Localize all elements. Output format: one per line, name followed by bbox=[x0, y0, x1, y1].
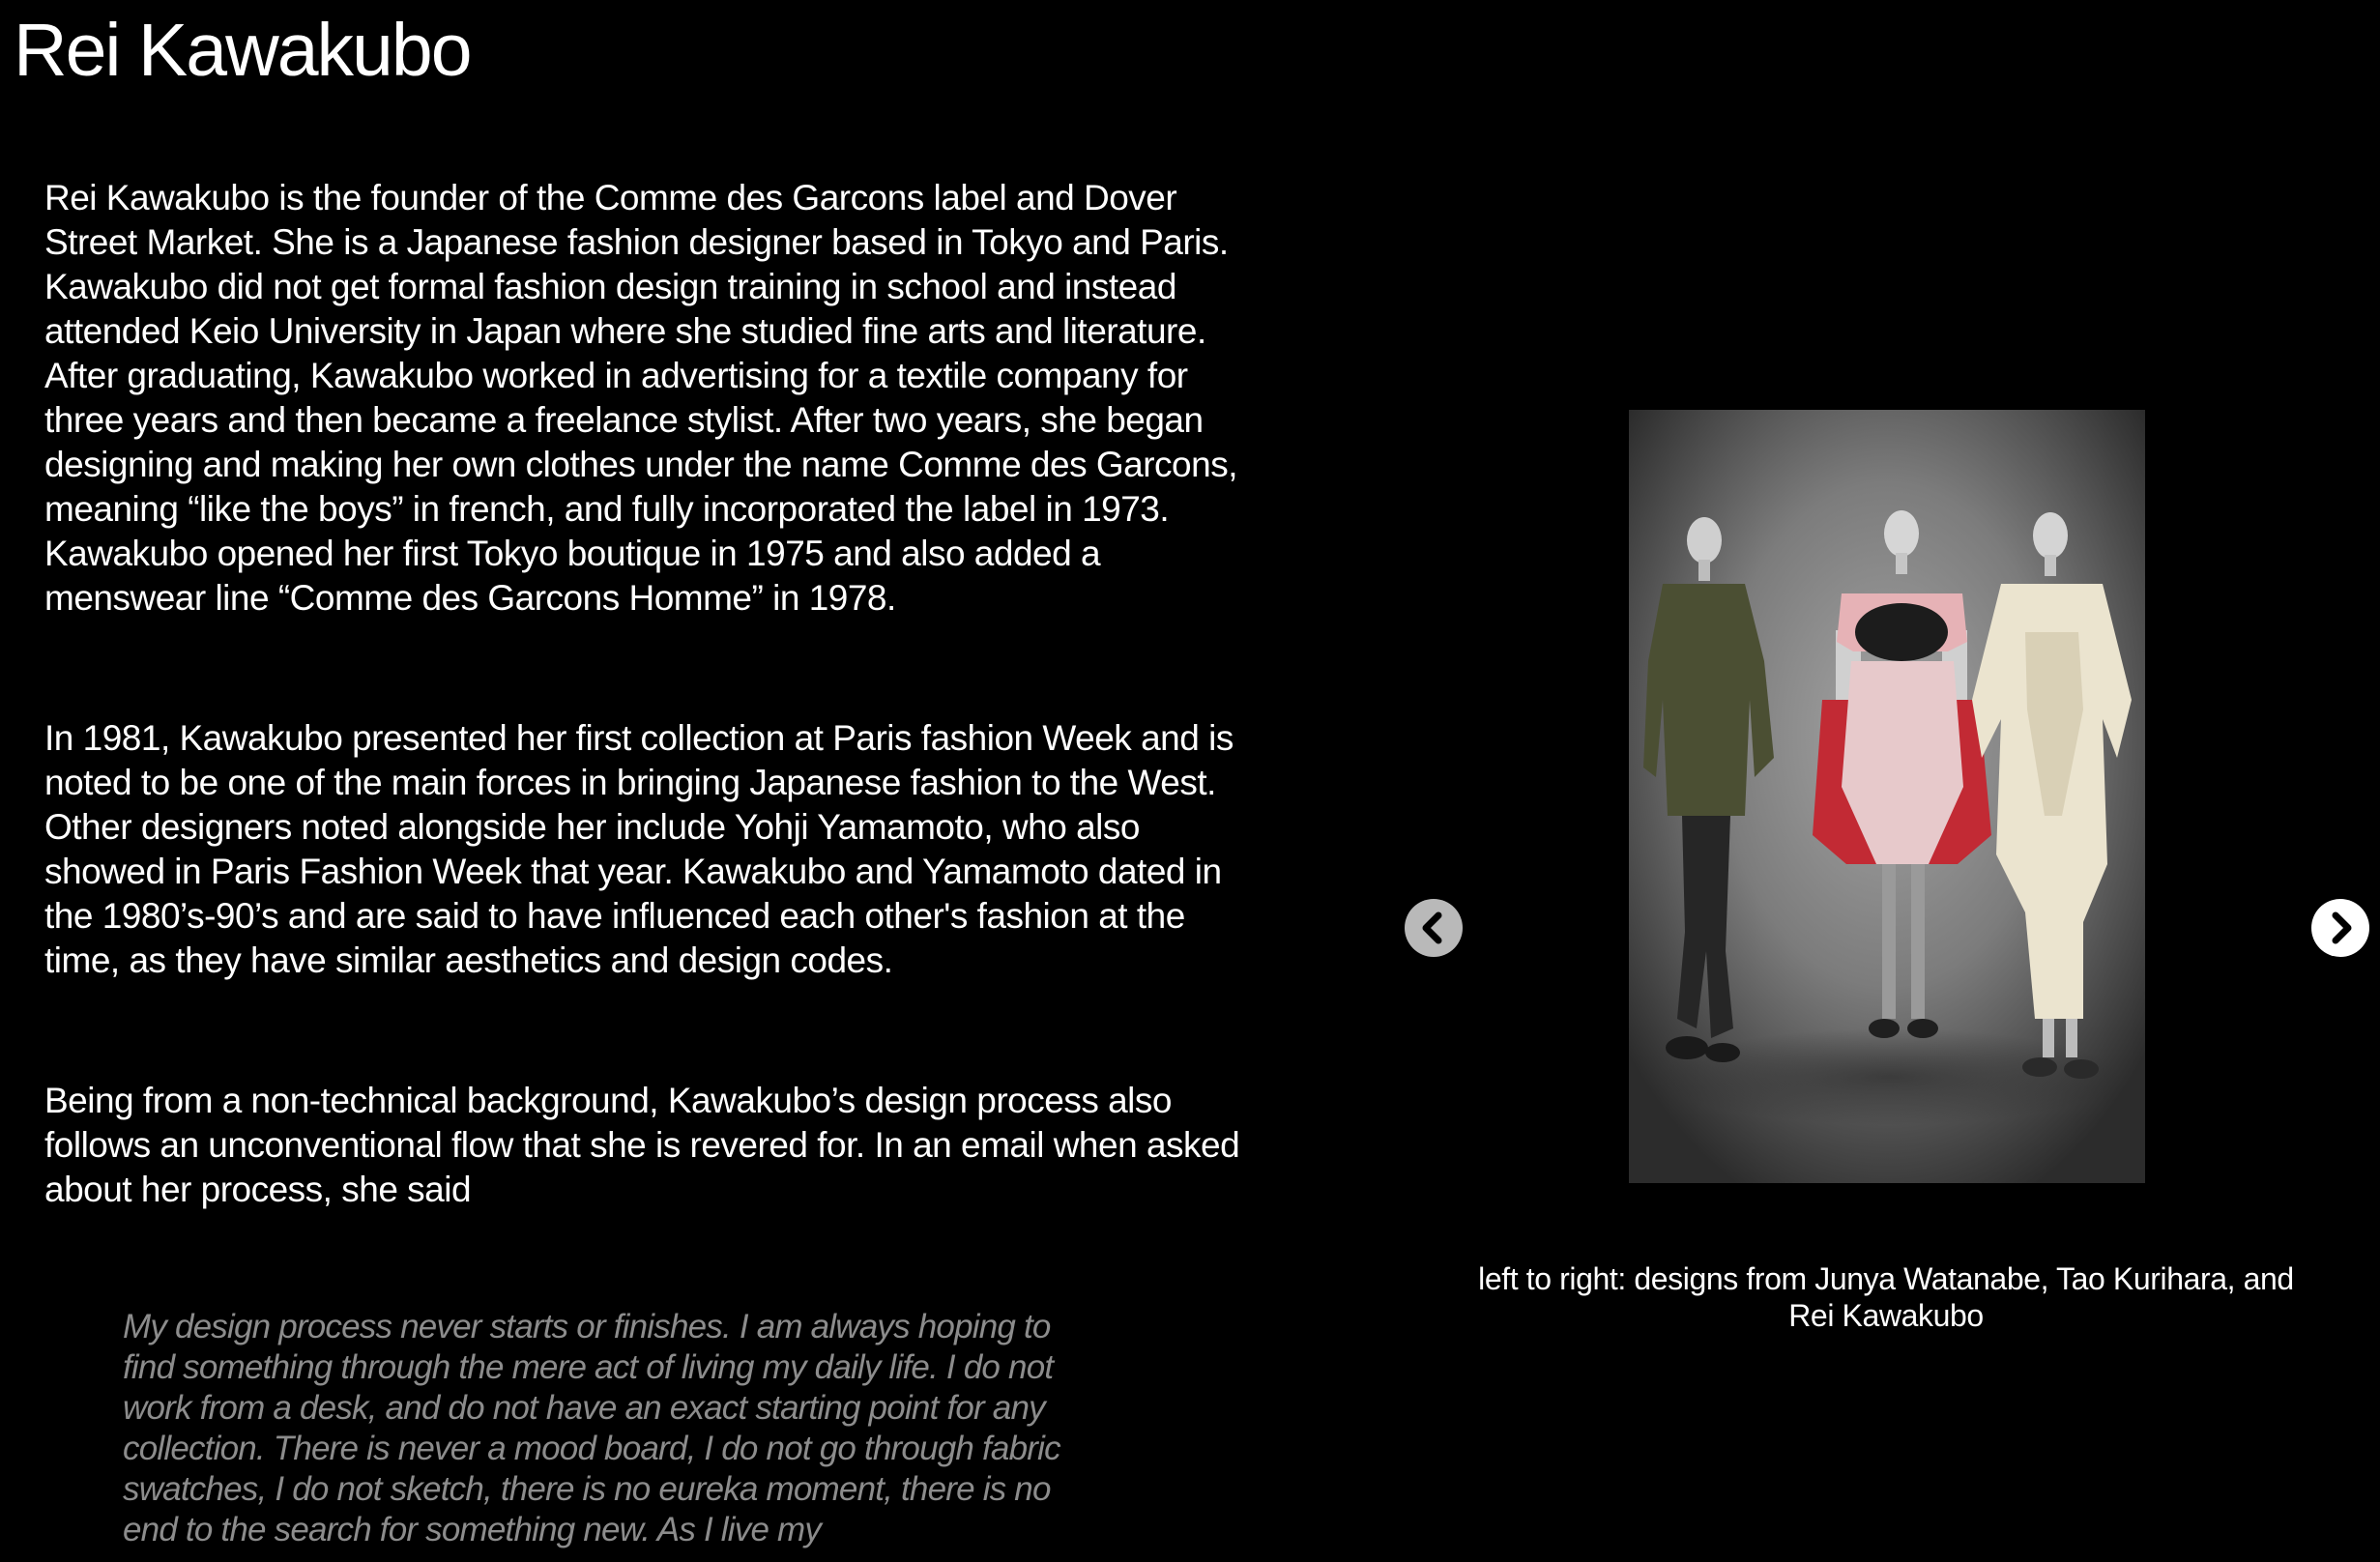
caption-line-2: Rei Kawakubo bbox=[1788, 1298, 1984, 1333]
carousel-caption: left to right: designs from Junya Watana… bbox=[1392, 1260, 2380, 1334]
bio-text: Rei Kawakubo is the founder of the Comme… bbox=[44, 176, 1253, 1212]
carousel-photo bbox=[1629, 410, 2145, 1183]
bio-paragraph-1: Rei Kawakubo is the founder of the Comme… bbox=[44, 178, 1237, 618]
designer-quote: My design process never starts or finish… bbox=[123, 1308, 1061, 1548]
image-carousel: left to right: designs from Junya Watana… bbox=[1392, 367, 2380, 1392]
page-title: Rei Kawakubo bbox=[14, 9, 473, 92]
chevron-right-icon bbox=[2311, 899, 2369, 957]
carousel-prev-button[interactable] bbox=[1405, 899, 1463, 957]
chevron-left-icon bbox=[1405, 899, 1463, 957]
caption-line-1: left to right: designs from Junya Watana… bbox=[1478, 1261, 2294, 1296]
bio-paragraph-2: In 1981, Kawakubo presented her first co… bbox=[44, 718, 1234, 980]
bio-paragraph-3: Being from a non-technical background, K… bbox=[44, 1081, 1240, 1209]
mannequin-photo-illustration bbox=[1629, 410, 2145, 1183]
carousel-next-button[interactable] bbox=[2311, 899, 2369, 957]
